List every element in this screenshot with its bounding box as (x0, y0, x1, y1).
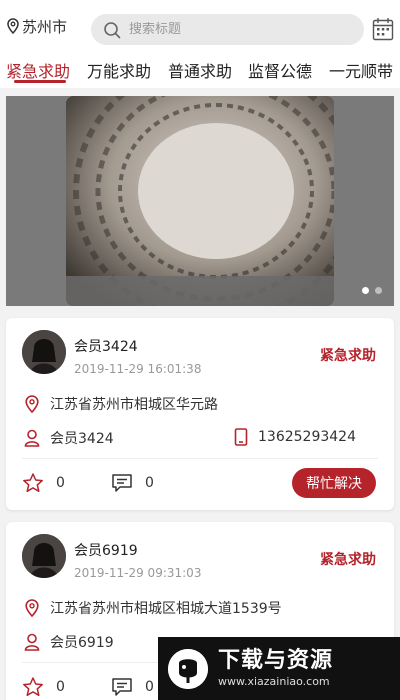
member-name: 会员6919 (74, 543, 138, 559)
watermark-overlay: 下载与资源 www.xiazainiao.com (158, 637, 400, 700)
star-icon (23, 677, 43, 697)
star-icon (23, 473, 43, 493)
active-tab-indicator (14, 80, 66, 83)
like-button[interactable]: 0 (22, 676, 65, 698)
post-time: 2019-11-29 16:01:38 (74, 362, 202, 376)
watermark-logo-icon (168, 648, 208, 689)
contact-row: 会员3424 (24, 428, 114, 448)
comment-icon (112, 474, 132, 492)
tab-supervise-morality[interactable]: 监督公德 (248, 58, 312, 82)
comment-button[interactable]: 0 (111, 676, 154, 698)
banner-carousel[interactable] (6, 96, 394, 306)
top-bar: 苏州市 (0, 0, 400, 52)
location-icon (7, 18, 19, 34)
location-icon (25, 395, 39, 413)
contact-name: 会员3424 (50, 431, 114, 447)
watermark-title: 下载与资源 (218, 648, 334, 673)
carousel-pagination (362, 287, 382, 294)
avatar[interactable] (22, 330, 66, 374)
tab-emergency-help[interactable]: 紧急求助 (6, 58, 70, 82)
comment-icon (112, 678, 132, 696)
comment-count: 0 (145, 475, 154, 491)
search-input[interactable] (129, 22, 329, 37)
post-card[interactable]: 会员3424 2019-11-29 16:01:38 紧急求助 江苏省苏州市相城… (6, 318, 394, 510)
tab-general-help[interactable]: 普通求助 (168, 58, 232, 82)
address-text: 江苏省苏州市相城区相城大道1539号 (50, 601, 282, 617)
comment-count: 0 (145, 679, 154, 695)
address-row: 江苏省苏州市相城区相城大道1539号 (24, 598, 282, 618)
location-icon (25, 599, 39, 617)
like-count: 0 (56, 679, 65, 695)
address-text: 江苏省苏州市相城区华元路 (50, 397, 218, 413)
search-bar[interactable] (91, 14, 364, 45)
comment-button[interactable]: 0 (111, 472, 154, 494)
user-icon (24, 429, 40, 447)
search-icon (104, 21, 121, 38)
phone-icon (234, 428, 248, 446)
banner-image (66, 96, 334, 306)
phone-number: 13625293424 (258, 429, 356, 445)
contact-name: 会员6919 (50, 635, 114, 651)
user-icon (24, 633, 40, 651)
watermark-url: www.xiazainiao.com (218, 675, 330, 688)
card-divider (22, 458, 378, 459)
phone-row[interactable]: 13625293424 (234, 428, 356, 446)
like-count: 0 (56, 475, 65, 491)
post-time: 2019-11-29 09:31:03 (74, 566, 202, 580)
avatar[interactable] (22, 534, 66, 578)
calendar-icon[interactable] (372, 17, 394, 41)
tab-universal-help[interactable]: 万能求助 (87, 58, 151, 82)
tab-one-yuan-errand[interactable]: 一元顺带 (329, 58, 393, 82)
city-selector[interactable]: 苏州市 (6, 15, 67, 37)
address-row: 江苏省苏州市相城区华元路 (24, 394, 218, 414)
member-name: 会员3424 (74, 339, 138, 355)
carousel-dot[interactable] (375, 287, 382, 294)
category-badge: 紧急求助 (320, 348, 376, 364)
like-button[interactable]: 0 (22, 472, 65, 494)
help-solve-button[interactable]: 帮忙解决 (292, 468, 376, 498)
carousel-dot[interactable] (362, 287, 369, 294)
city-label: 苏州市 (22, 17, 68, 36)
contact-row: 会员6919 (24, 632, 114, 652)
category-badge: 紧急求助 (320, 552, 376, 568)
